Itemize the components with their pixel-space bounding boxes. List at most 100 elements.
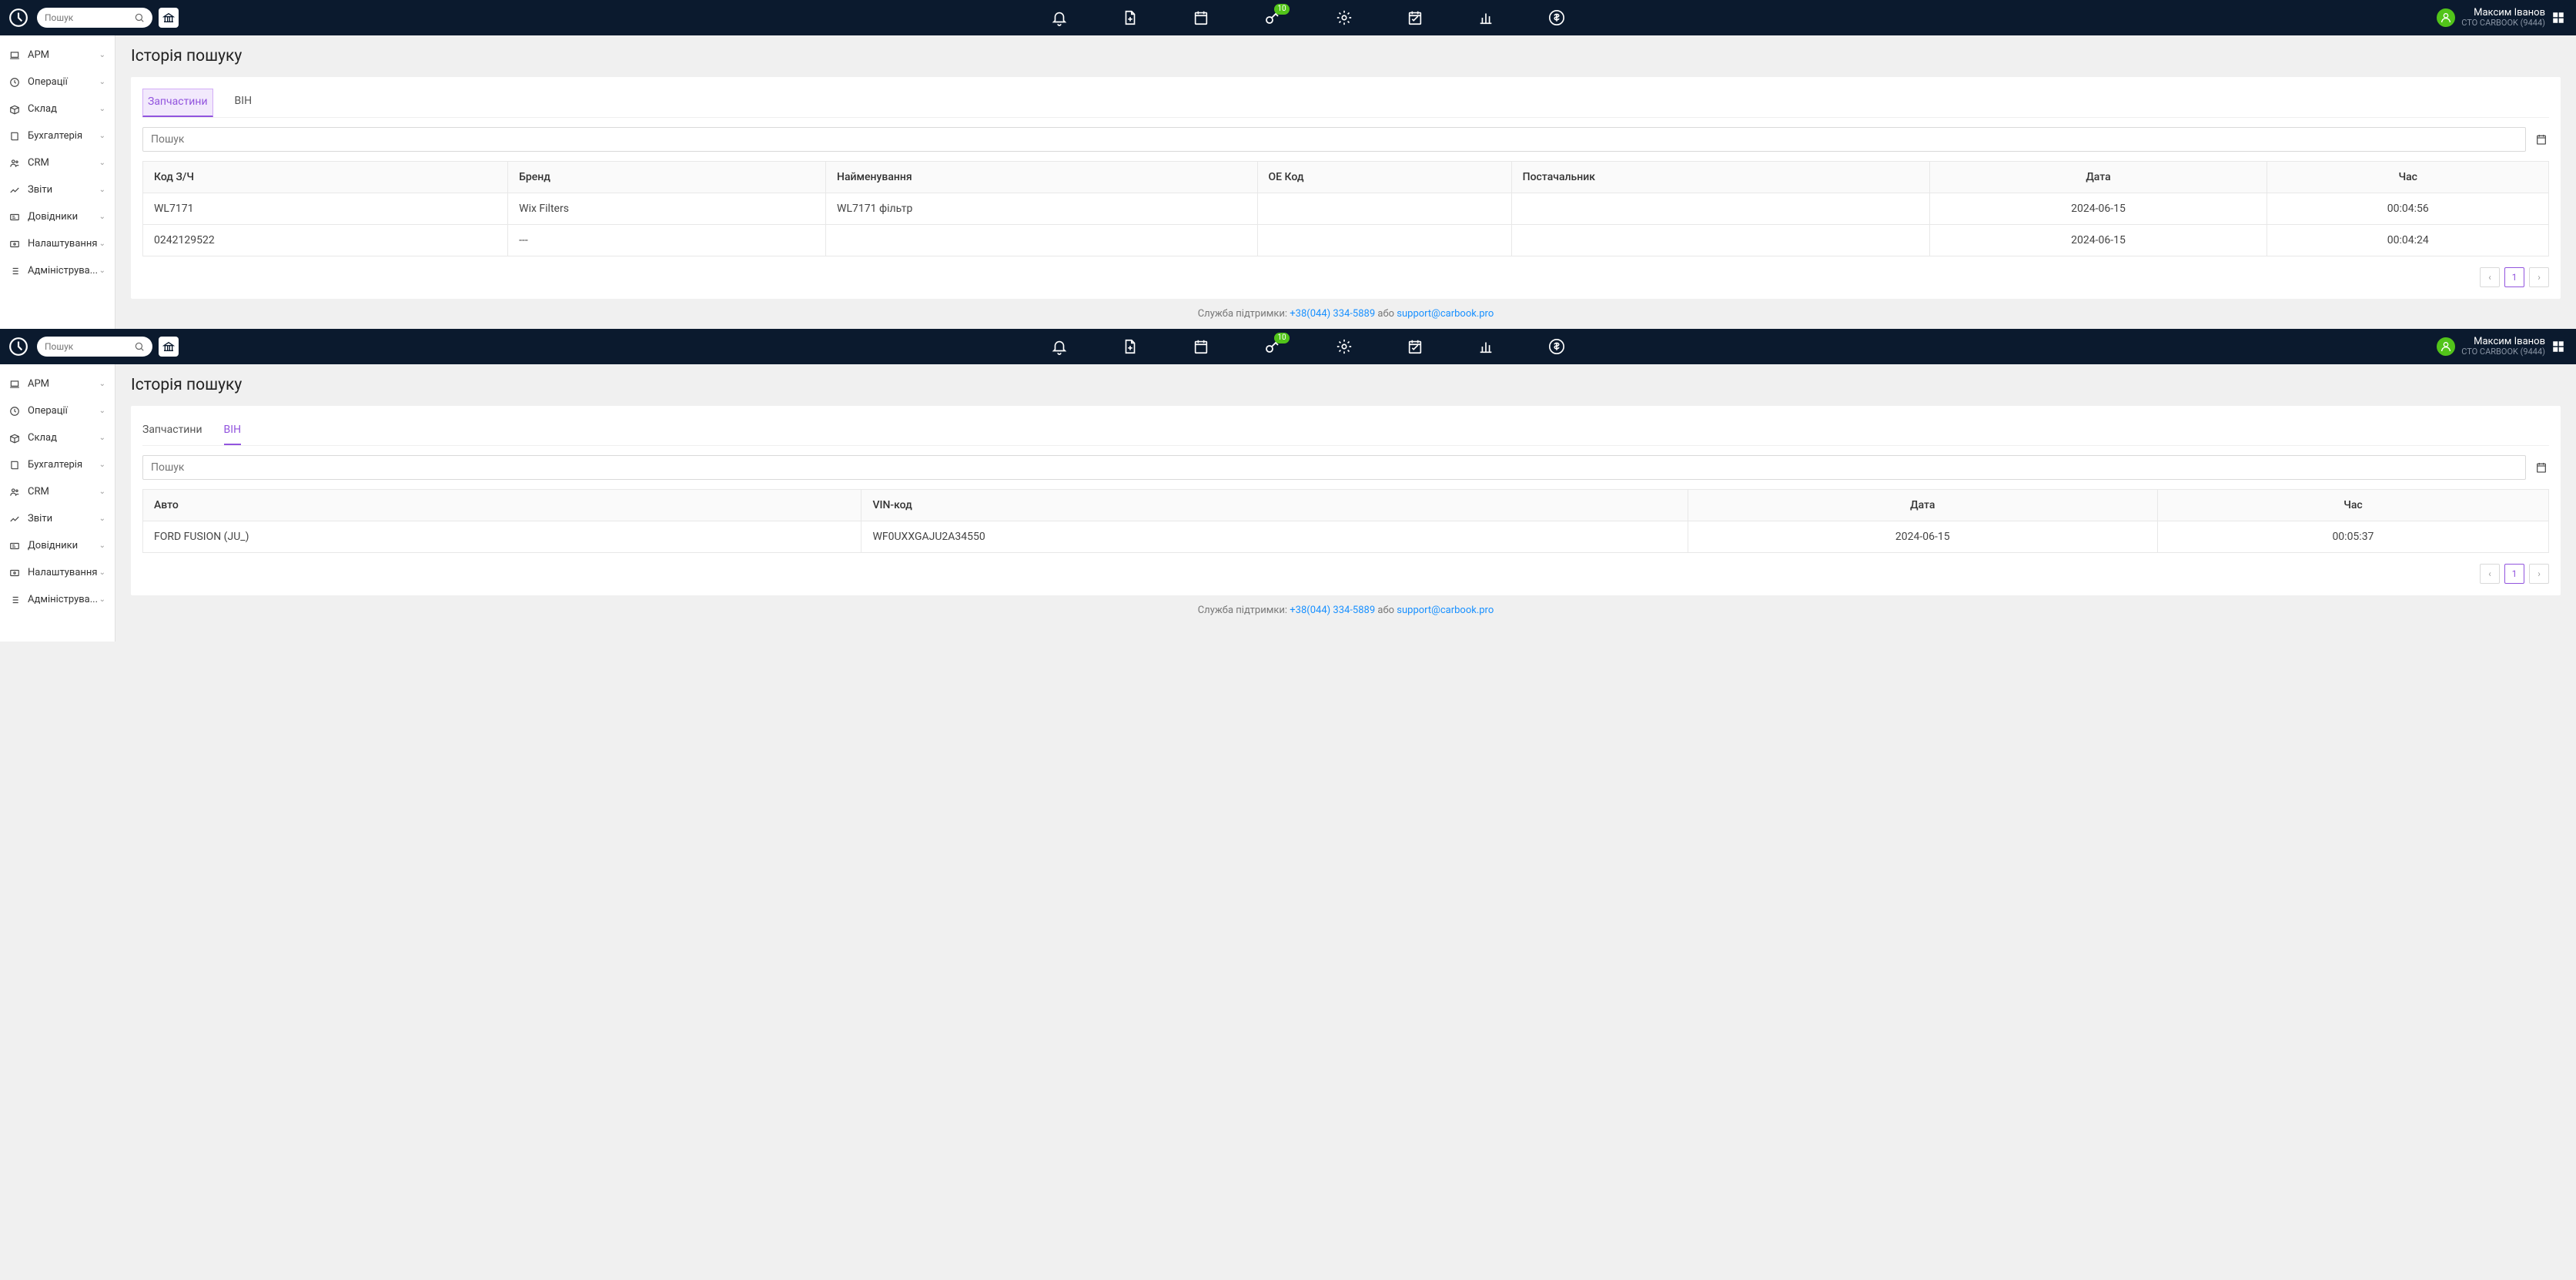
key-icon[interactable]: 10 [1263, 8, 1282, 27]
prev-page-button[interactable]: ‹ [2480, 267, 2500, 287]
th-time[interactable]: Час [2267, 162, 2549, 193]
sidebar-item-arm[interactable]: АРМ⌄ [0, 42, 115, 69]
chevron-down-icon: ⌄ [99, 595, 105, 604]
calendar-icon[interactable] [1193, 9, 1209, 26]
sidebar-item-label: Склад [28, 432, 57, 444]
support-phone-link[interactable]: +38(044) 334-5889 [1290, 308, 1375, 320]
th-vin[interactable]: VIN-код [861, 490, 1688, 521]
th-oe[interactable]: OE Код [1257, 162, 1511, 193]
tab-vin[interactable]: ВІН [224, 417, 242, 445]
support-phone-link[interactable]: +38(044) 334-5889 [1290, 605, 1375, 616]
cell-time: 00:04:56 [2267, 193, 2549, 225]
gear-icon[interactable] [1336, 338, 1353, 355]
sidebar-item-label: Налаштування [28, 567, 98, 578]
sidebar-item-label: Операції [28, 405, 68, 417]
tab-vin[interactable]: ВІН [235, 89, 253, 117]
sidebar-item-accounting[interactable]: Бухгалтерія⌄ [0, 451, 115, 478]
cell-name: WL7171 фільтр [826, 193, 1257, 225]
apps-grid-icon[interactable] [2551, 11, 2565, 25]
apps-grid-icon[interactable] [2551, 340, 2565, 354]
top-search-input[interactable] [45, 12, 134, 23]
cell-oe [1257, 193, 1511, 225]
bell-icon[interactable] [1051, 338, 1068, 355]
date-picker-icon[interactable] [2534, 461, 2549, 474]
main-content: Історія пошуку Запчастини ВІН Код З/Ч Бр… [115, 35, 2576, 329]
schedule-icon[interactable] [1407, 338, 1423, 355]
table-header-row: Код З/Ч Бренд Найменування OE Код Постач… [143, 162, 2549, 193]
sidebar-item-label: CRM [28, 157, 49, 169]
sidebar-item-settings[interactable]: Налаштування⌄ [0, 559, 115, 586]
next-page-button[interactable]: › [2529, 564, 2549, 584]
th-date[interactable]: Дата [1929, 162, 2267, 193]
bank-button[interactable] [159, 337, 179, 357]
sidebar-item-arm[interactable]: АРМ⌄ [0, 370, 115, 397]
dollar-icon[interactable] [1548, 9, 1565, 26]
sidebar-item-reports[interactable]: Звіти⌄ [0, 176, 115, 203]
next-page-button[interactable]: › [2529, 267, 2549, 287]
date-picker-icon[interactable] [2534, 133, 2549, 146]
bank-button[interactable] [159, 8, 179, 28]
th-date[interactable]: Дата [1688, 490, 2157, 521]
chart-icon[interactable] [1477, 9, 1494, 26]
chevron-down-icon: ⌄ [99, 407, 105, 415]
th-auto[interactable]: Авто [143, 490, 861, 521]
table-row[interactable]: WL7171 Wix Filters WL7171 фільтр 2024-06… [143, 193, 2549, 225]
add-document-icon[interactable] [1122, 9, 1139, 26]
app-logo[interactable] [8, 7, 29, 28]
sidebar-item-warehouse[interactable]: Склад⌄ [0, 95, 115, 122]
footer: Служба підтримки: +38(044) 334-5889 або … [131, 299, 2561, 329]
tab-parts[interactable]: Запчастини [142, 417, 202, 445]
cell-name [826, 225, 1257, 256]
add-document-icon[interactable] [1122, 338, 1139, 355]
dollar-icon[interactable] [1548, 338, 1565, 355]
th-name[interactable]: Найменування [826, 162, 1257, 193]
user-block[interactable]: Максим Іванов СТО CARBOOK (9444) [2437, 8, 2565, 28]
page-number-button[interactable]: 1 [2504, 564, 2524, 584]
settings-card-icon [9, 239, 20, 250]
sidebar-item-operations[interactable]: Операції⌄ [0, 69, 115, 95]
bell-icon[interactable] [1051, 9, 1068, 26]
users-icon [9, 158, 20, 169]
schedule-icon[interactable] [1407, 9, 1423, 26]
sidebar-item-accounting[interactable]: Бухгалтерія⌄ [0, 122, 115, 149]
support-email-link[interactable]: support@carbook.pro [1397, 605, 1494, 616]
sidebar-item-directories[interactable]: Довідники⌄ [0, 203, 115, 230]
table-row[interactable]: FORD FUSION (JU_) WF0UXXGAJU2A34550 2024… [143, 521, 2549, 553]
th-time[interactable]: Час [2157, 490, 2548, 521]
box-icon [9, 104, 20, 115]
th-code[interactable]: Код З/Ч [143, 162, 508, 193]
key-icon[interactable]: 10 [1263, 337, 1282, 356]
sidebar-item-crm[interactable]: CRM⌄ [0, 149, 115, 176]
sidebar-item-reports[interactable]: Звіти⌄ [0, 505, 115, 532]
table-search-input[interactable] [142, 455, 2526, 480]
sidebar-item-operations[interactable]: Операції ⌄ [0, 397, 115, 424]
sidebar-item-settings[interactable]: Налаштування⌄ [0, 230, 115, 257]
chevron-down-icon: ⌄ [99, 488, 105, 496]
sidebar-item-admin[interactable]: Адмініструва...⌄ [0, 586, 115, 613]
top-search[interactable] [37, 8, 152, 28]
table-search-input[interactable] [142, 127, 2526, 152]
sidebar-item-directories[interactable]: Довідники⌄ [0, 532, 115, 559]
gear-icon[interactable] [1336, 9, 1353, 26]
th-brand[interactable]: Бренд [508, 162, 826, 193]
chevron-down-icon: ⌄ [99, 380, 105, 388]
sidebar-item-label: Бухгалтерія [28, 459, 82, 471]
tab-parts[interactable]: Запчастини [142, 89, 213, 117]
chart-icon[interactable] [1477, 338, 1494, 355]
vin-table: Авто VIN-код Дата Час FORD FUSION (JU_) … [142, 489, 2549, 553]
th-supplier[interactable]: Постачальник [1511, 162, 1929, 193]
user-block[interactable]: Максим Іванов СТО CARBOOK (9444) [2437, 337, 2565, 357]
sidebar-item-admin[interactable]: Адмініструва...⌄ [0, 257, 115, 284]
calendar-icon[interactable] [1193, 338, 1209, 355]
page-number-button[interactable]: 1 [2504, 267, 2524, 287]
prev-page-button[interactable]: ‹ [2480, 564, 2500, 584]
table-row[interactable]: 0242129522 --- 2024-06-15 00:04:24 [143, 225, 2549, 256]
sidebar-item-warehouse[interactable]: Склад⌄ [0, 424, 115, 451]
user-name: Максим Іванов [2474, 8, 2545, 18]
support-email-link[interactable]: support@carbook.pro [1397, 308, 1494, 320]
app-logo[interactable] [8, 336, 29, 357]
top-search[interactable] [37, 337, 152, 357]
top-search-input[interactable] [45, 341, 134, 352]
sidebar-item-crm[interactable]: CRM⌄ [0, 478, 115, 505]
cell-time: 00:04:24 [2267, 225, 2549, 256]
